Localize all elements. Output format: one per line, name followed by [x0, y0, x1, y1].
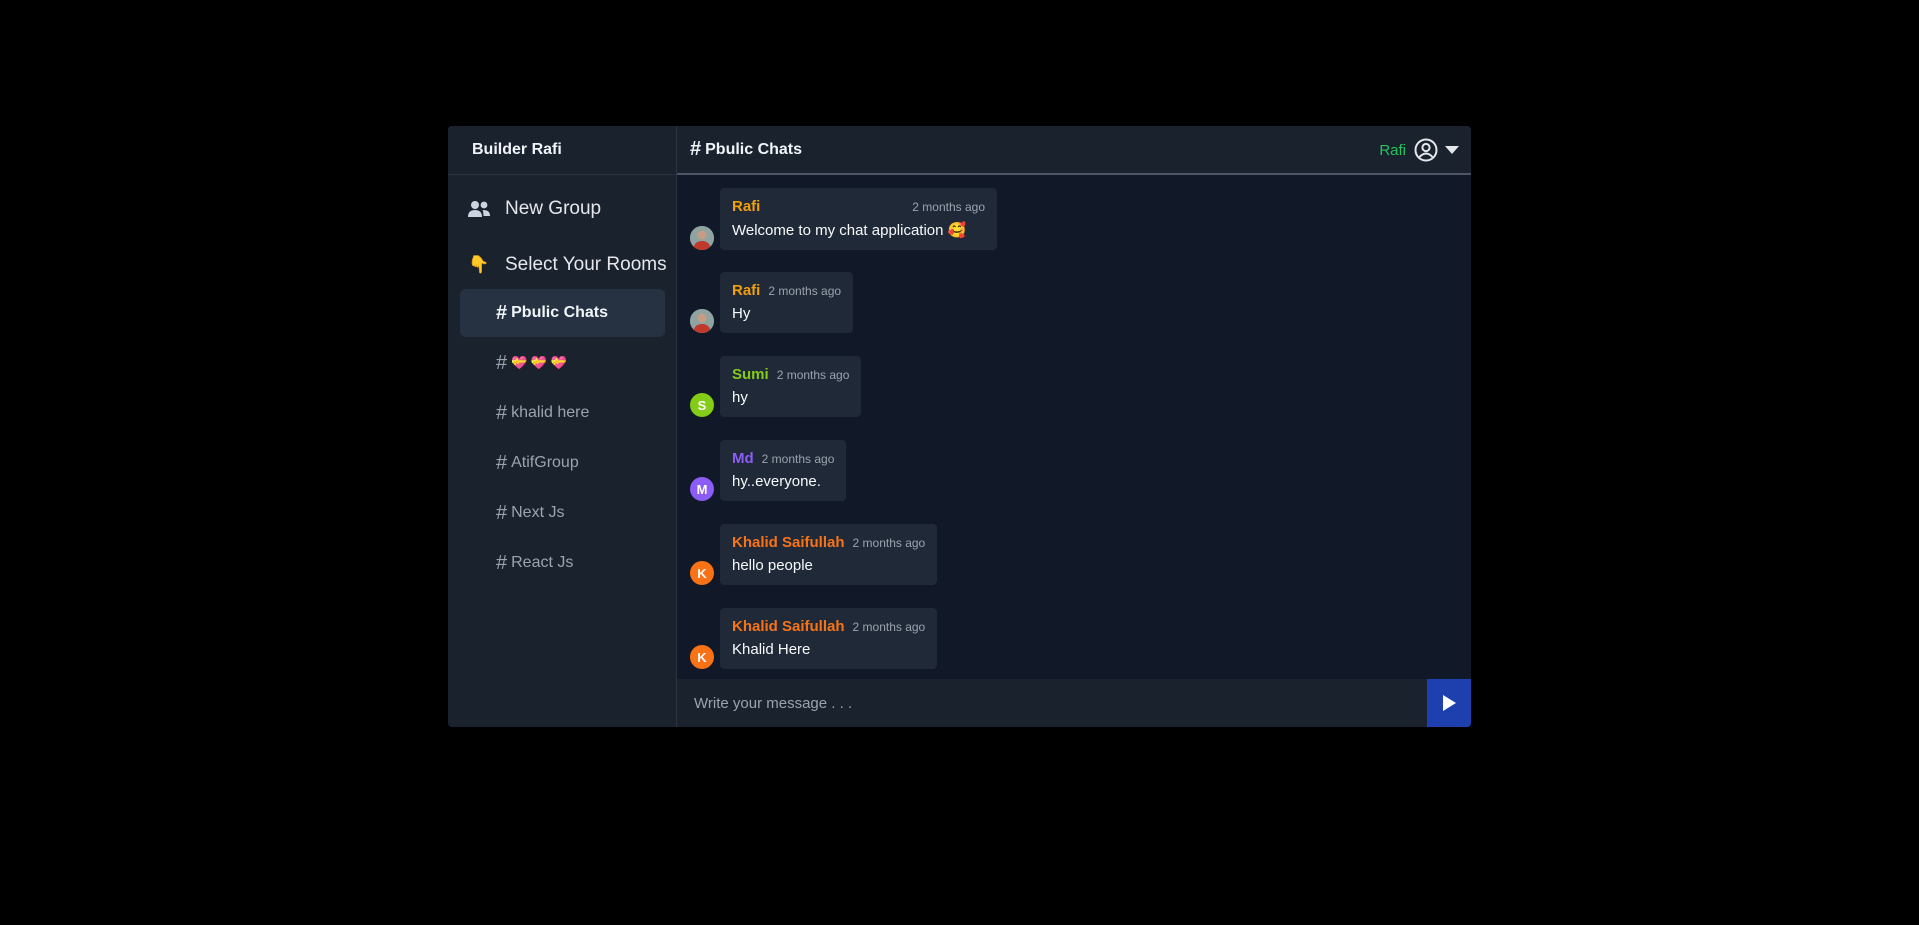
room-title: Pbulic Chats	[705, 140, 803, 158]
message-list: Rafi 2 months ago Welcome to my chat app…	[677, 175, 1471, 679]
send-button[interactable]	[1427, 679, 1471, 727]
new-group-label: New Group	[505, 198, 602, 219]
message-text: Khalid Here	[732, 641, 811, 658]
message: Rafi 2 months ago Hy	[690, 272, 854, 333]
new-group-button[interactable]: New Group	[467, 198, 601, 220]
message-time: 2 months ago	[852, 536, 926, 550]
message-bubble: Khalid Saifullah 2 months ago hello peop…	[720, 524, 938, 585]
message: Rafi 2 months ago Welcome to my chat app…	[690, 188, 997, 250]
message-text: Welcome to my chat application 🥰	[732, 222, 967, 239]
avatar: K	[690, 561, 714, 585]
chat-header: # Pbulic Chats	[677, 126, 1471, 175]
room-item-next-js[interactable]: # Next Js	[460, 489, 665, 537]
hash-icon: #	[690, 138, 702, 160]
hash-icon: #	[496, 551, 508, 574]
message-time: 2 months ago	[761, 452, 835, 466]
room-item-react-js[interactable]: # React Js	[460, 539, 665, 587]
play-icon	[1441, 694, 1457, 712]
message: M Md 2 months ago hy..everyone.	[690, 440, 847, 501]
room-list: # Pbulic Chats # 💝 💝 💝 # khalid here # A…	[460, 289, 665, 589]
user-menu[interactable]: Rafi	[1379, 138, 1460, 162]
message: K Khalid Saifullah 2 months ago hello pe…	[690, 524, 938, 585]
message-author: Rafi	[732, 282, 761, 299]
message-bubble: Rafi 2 months ago Welcome to my chat app…	[720, 188, 997, 250]
room-item-pbulic-chats[interactable]: # Pbulic Chats	[460, 289, 665, 337]
message-time: 2 months ago	[776, 368, 850, 382]
hash-icon: #	[496, 351, 508, 374]
message-time: 2 months ago	[768, 284, 842, 298]
message: S Sumi 2 months ago hy	[690, 356, 862, 417]
message-text: hy	[732, 389, 748, 406]
select-rooms-label: Select Your Rooms	[505, 254, 667, 275]
message-bubble: Sumi 2 months ago hy	[720, 356, 862, 417]
hash-icon: #	[496, 401, 508, 424]
room-item-khalid-here[interactable]: # khalid here	[460, 389, 665, 437]
room-item-hearts[interactable]: # 💝 💝 💝	[460, 339, 665, 387]
message-time: 2 months ago	[912, 200, 985, 214]
message-bubble: Rafi 2 months ago Hy	[720, 272, 854, 333]
message: K Khalid Saifullah 2 months ago Khalid H…	[690, 608, 938, 669]
select-rooms-heading: 👇 Select Your Rooms	[467, 254, 667, 276]
message-author: Sumi	[732, 366, 769, 383]
message-text: hy..everyone.	[732, 473, 821, 490]
message-bubble: Khalid Saifullah 2 months ago Khalid Her…	[720, 608, 938, 669]
pointing-down-icon: 👇	[468, 255, 490, 274]
avatar: M	[690, 477, 714, 501]
avatar	[690, 309, 714, 333]
sidebar: Builder Rafi New Group 👇 Select Your Roo…	[448, 126, 677, 727]
room-label: Next Js	[511, 504, 565, 521]
room-label: khalid here	[511, 404, 590, 421]
message-text: Hy	[732, 305, 751, 322]
caret-down-icon	[1444, 145, 1460, 155]
app-title: Builder Rafi	[448, 126, 676, 175]
chat-app-window: Builder Rafi New Group 👇 Select Your Roo…	[448, 126, 1471, 727]
hash-icon: #	[496, 451, 508, 474]
room-label: Pbulic Chats	[511, 304, 609, 321]
avatar	[690, 226, 714, 250]
room-label: 💝 💝 💝	[511, 355, 567, 370]
message-author: Khalid Saifullah	[732, 618, 845, 635]
current-user-name: Rafi	[1379, 141, 1406, 159]
message-author: Md	[732, 450, 754, 467]
user-circle-icon	[1414, 138, 1438, 162]
message-author: Rafi	[732, 198, 761, 215]
room-item-atifgroup[interactable]: # AtifGroup	[460, 439, 665, 487]
message-bubble: Md 2 months ago hy..everyone.	[720, 440, 847, 501]
hash-icon: #	[496, 501, 508, 524]
message-composer	[677, 678, 1471, 727]
message-time: 2 months ago	[852, 620, 926, 634]
avatar: K	[690, 645, 714, 669]
message-author: Khalid Saifullah	[732, 534, 845, 551]
users-icon	[467, 200, 491, 218]
chat-panel: # Pbulic Chats Rafi Rafi 2 months ago We…	[677, 126, 1471, 727]
avatar: S	[690, 393, 714, 417]
room-label: React Js	[511, 554, 574, 571]
room-label: AtifGroup	[511, 454, 579, 471]
hash-icon: #	[496, 301, 508, 324]
message-text: hello people	[732, 557, 813, 574]
message-input[interactable]	[677, 678, 1427, 727]
